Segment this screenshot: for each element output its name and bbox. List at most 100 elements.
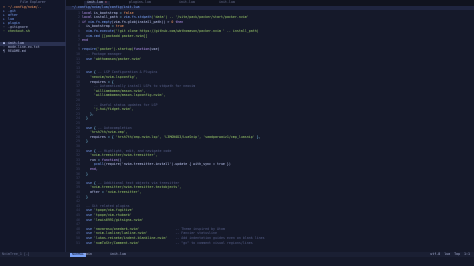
code-token: = {: [107, 134, 116, 139]
code-token: use: [82, 70, 94, 75]
code-token: is_bootstrap: [82, 24, 112, 29]
code-token: -- Package manager: [82, 51, 122, 56]
code-line: }: [82, 194, 88, 200]
close-icon[interactable]: ×: [105, 0, 107, 4]
code-token: vim.fn.execute: [82, 28, 114, 33]
code-token: 'nvim-treesitter/nvim-treesitter',: [82, 153, 158, 158]
code-token: -- Useful status updates for LSP: [82, 102, 158, 107]
editor-pane: init.lua × plugins.lua init.lua init.lua ~/.…: [66, 0, 474, 252]
code-token: -- Additional text objects via treesitte…: [97, 180, 180, 185]
code-line: end: [82, 38, 88, 43]
tree-item[interactable]: · checkout.sh: [3, 29, 30, 34]
code-token: 'wbthomason/packer.nvim': [93, 56, 142, 61]
line-number: 51: [76, 240, 80, 245]
code-token: requires: [82, 134, 108, 139]
command-line[interactable]: [0, 257, 474, 266]
code-token: ('packer').startup(: [95, 47, 134, 52]
code-token: use: [82, 217, 94, 222]
code-line: }: [82, 116, 88, 121]
code-token: -- "gc" to comment visual regions/lines: [175, 240, 253, 245]
code-token: use: [82, 125, 94, 130]
code-token: 'neovim/nvim-lspconfig',: [82, 74, 138, 79]
code-token: -- Automatically install LSPs to stdpath…: [82, 84, 196, 89]
buffer-tab-label: init.lua: [87, 0, 103, 4]
code-token: install_path: [93, 15, 120, 20]
code-token: (require('nvim-treesitter.install').upda…: [103, 162, 231, 167]
code-token: local: [82, 10, 94, 15]
code-token: }: [82, 171, 88, 176]
code-token: 'numToStr/Comment.nvim': [93, 240, 176, 245]
code-line: after = 'nvim-treesitter',: [82, 189, 142, 195]
code-token: use: [82, 212, 94, 217]
code-token: vim.fn.stdpath: [123, 15, 152, 20]
code-token: vim.fn.empty: [87, 19, 112, 24]
code-token: -- Theme inspired by Atom: [175, 226, 225, 231]
code-token: use: [82, 231, 94, 236]
code-token: is_bootstrap: [93, 10, 120, 15]
code-token: 'hrsh7th/nvim-cmp',: [82, 130, 128, 135]
code-token: (): [117, 157, 122, 162]
code-line: use 'wbthomason/packer.nvim': [82, 56, 142, 62]
code-token: 'hrsh7th/cmp-nvim-lsp', 'L3MON4D3/LuaSni…: [115, 134, 257, 139]
code-token: end,: [82, 166, 98, 171]
code-token: use: [82, 208, 94, 213]
code-token: 'nvim-treesitter',: [105, 189, 142, 194]
code-token: 'nvim-treesitter/nvim-treesitter-textobj…: [82, 185, 182, 190]
code-token: [[packadd packer.nvim]]: [101, 33, 148, 38]
code-token: run: [82, 157, 98, 162]
code-token: -- Highlight, edit, and navigate code: [97, 148, 172, 153]
code-token: 'tpope/vim-rhubarb': [93, 212, 132, 217]
code-token: ('data') .. '/site/pack/packer/start/pac…: [151, 15, 249, 20]
code-token: end: [82, 38, 88, 43]
code-token: (vim.fn.glob(install_path)) >: [111, 19, 172, 24]
code-token: use: [82, 148, 94, 153]
code-token: use: [82, 226, 94, 231]
code-token: requires: [82, 79, 108, 84]
code-token: require: [82, 47, 96, 52]
buffer-tab-label: init.lua: [179, 0, 195, 4]
file-icon: ·: [3, 29, 7, 33]
code-token: use: [82, 56, 94, 61]
code-token: -- Git related plugins: [82, 203, 130, 208]
code-token: false: [123, 10, 134, 15]
code-token: 'lukas-reineke/indent-blankline.nvim': [93, 235, 176, 240]
code-token: 'tpope/vim-fugitive': [93, 208, 134, 213]
code-token: -- LSP Configuration & Plugins: [97, 70, 158, 75]
current-file: init.lua: [110, 251, 126, 256]
code-token: (use): [149, 47, 160, 52]
code-line: 'williamboman/mason-lspconfig.nvim',: [82, 93, 165, 98]
code-line: vim.cmd [[packadd packer.nvim]]: [82, 33, 148, 39]
buffer-tab-label: init.lua: [219, 0, 235, 4]
code-token: function: [101, 157, 118, 162]
code-token: }: [82, 139, 88, 144]
code-token: = {: [107, 79, 116, 84]
file-explorer: File Explorer ▾ ~/.config/nvim/.. ▸ .git ▸…: [0, 0, 66, 252]
code-token: use: [82, 235, 94, 240]
code-token: ('!git clone https://github.com/wbthomas…: [113, 28, 259, 33]
code-token: -- Autocompletion: [97, 125, 132, 130]
code-line: }: [82, 171, 88, 177]
breadcrumb: ~/.config/nvim/lua/config/init.lua: [72, 5, 140, 10]
code-token: local: [82, 15, 94, 20]
code-line: use 'numToStr/Comment.nvim' -- "gc" to c…: [82, 240, 253, 246]
sidebar-buffer-name: NvimTree_1 [-]: [2, 251, 30, 256]
code-token: -- Fancier statusline: [175, 231, 217, 236]
file-info: utf-8 lua Top 1:1: [430, 251, 470, 256]
code-token: 'j-hui/fidget.nvim',: [82, 107, 134, 112]
code-token: pcall: [82, 162, 104, 167]
code-token: },: [256, 134, 261, 139]
code-token: }: [82, 194, 88, 199]
tree-item[interactable]: ¶ README.md: [3, 49, 26, 54]
code-token: 'navarasu/onedark.nvim': [93, 226, 176, 231]
buffer-tab-label: plugins.lua: [129, 0, 151, 4]
code-token: 'lewis6991/gitsigns.nvim': [93, 217, 144, 222]
code-token: 'williamboman/mason.nvim',: [82, 88, 146, 93]
code-line: pcall(require('nvim-treesitter.install')…: [82, 162, 231, 167]
code-token: function: [133, 47, 150, 52]
code-token: use: [82, 240, 94, 245]
code-line: }: [82, 139, 88, 144]
code-line: requires = { 'hrsh7th/cmp-nvim-lsp', 'L3…: [82, 134, 261, 140]
tree-item-label: checkout.sh: [7, 29, 30, 33]
code-token: then: [175, 19, 184, 24]
code-token: use: [82, 180, 94, 185]
